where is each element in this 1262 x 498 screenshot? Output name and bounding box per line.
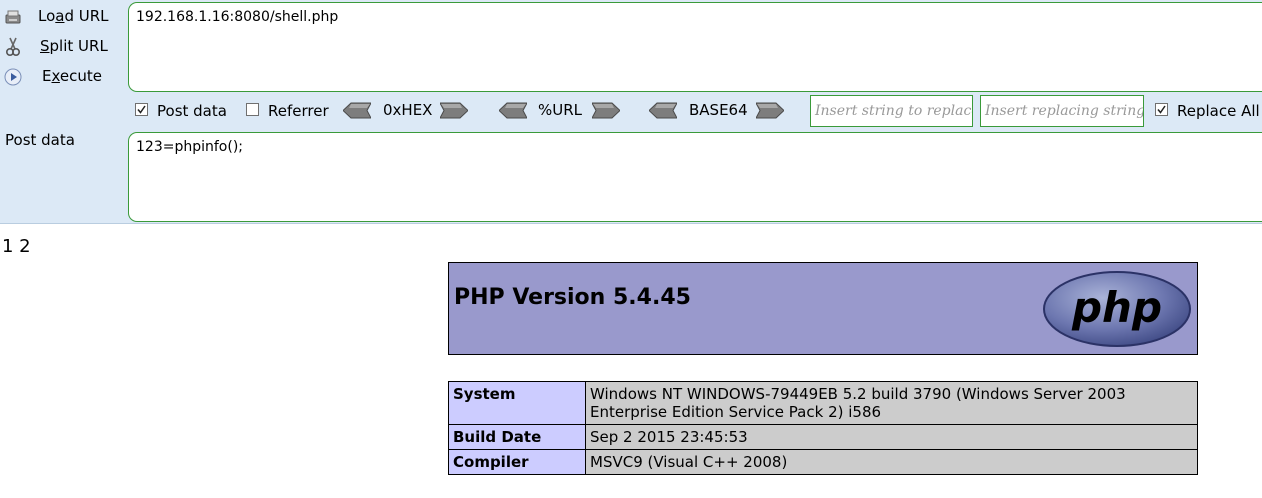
replace-string-input[interactable]: Insert string to replace xyxy=(810,95,973,127)
php-version-title: PHP Version 5.4.45 xyxy=(454,285,691,310)
base64-encode-arrow-icon[interactable] xyxy=(755,102,785,119)
url-encode-label: %URL xyxy=(538,101,583,119)
post-data-value: 123=phpinfo(); xyxy=(136,139,243,155)
info-key: System xyxy=(448,381,586,425)
table-row: Build Date Sep 2 2015 23:45:53 xyxy=(448,424,1198,450)
phpinfo-header: PHP Version 5.4.45 php xyxy=(448,262,1198,355)
hackbar-panel: Load URL Split URL Execute 192.168.1.16:… xyxy=(0,0,1262,224)
info-key: Build Date xyxy=(448,424,586,450)
post-data-section-label: Post data xyxy=(5,131,75,149)
scissors-icon xyxy=(4,37,22,57)
referrer-label: Referrer xyxy=(268,102,329,120)
replacing-string-input[interactable]: Insert replacing string xyxy=(980,95,1144,127)
phpinfo-table: System Windows NT WINDOWS-79449EB 5.2 bui… xyxy=(448,381,1198,475)
url-decode-arrow-icon[interactable] xyxy=(498,102,528,119)
hex-label: 0xHEX xyxy=(383,101,433,119)
hex-encode-arrow-icon[interactable] xyxy=(439,102,469,119)
table-row: Compiler MSVC9 (Visual C++ 2008) xyxy=(448,449,1198,475)
page-output-text: 1 2 xyxy=(2,236,31,257)
load-url-icon xyxy=(4,8,22,26)
base64-label: BASE64 xyxy=(689,101,748,119)
load-url-button[interactable]: Load URL xyxy=(0,2,122,30)
post-data-input[interactable]: 123=phpinfo(); xyxy=(128,132,1262,222)
split-url-button[interactable]: Split URL xyxy=(0,32,122,60)
replace-all-checkbox[interactable] xyxy=(1155,103,1168,116)
php-logo: php xyxy=(1042,269,1192,353)
table-row: System Windows NT WINDOWS-79449EB 5.2 bui… xyxy=(448,381,1198,425)
base64-decode-arrow-icon[interactable] xyxy=(648,102,678,119)
referrer-checkbox[interactable] xyxy=(246,103,259,116)
info-value: Sep 2 2015 23:45:53 xyxy=(585,424,1198,450)
url-input[interactable]: 192.168.1.16:8080/shell.php xyxy=(128,2,1262,92)
post-data-checkbox[interactable] xyxy=(135,103,148,116)
play-icon xyxy=(4,68,22,86)
info-value: Windows NT WINDOWS-79449EB 5.2 build 379… xyxy=(585,381,1198,425)
hex-decode-arrow-icon[interactable] xyxy=(342,102,372,119)
replace-all-label: Replace All xyxy=(1177,102,1260,120)
url-value: 192.168.1.16:8080/shell.php xyxy=(136,9,339,25)
info-key: Compiler xyxy=(448,449,586,475)
url-encode-arrow-icon[interactable] xyxy=(591,102,621,119)
post-data-label: Post data xyxy=(157,102,227,120)
svg-text:php: php xyxy=(1071,283,1162,332)
execute-button[interactable]: Execute xyxy=(0,62,122,90)
info-value: MSVC9 (Visual C++ 2008) xyxy=(585,449,1198,475)
